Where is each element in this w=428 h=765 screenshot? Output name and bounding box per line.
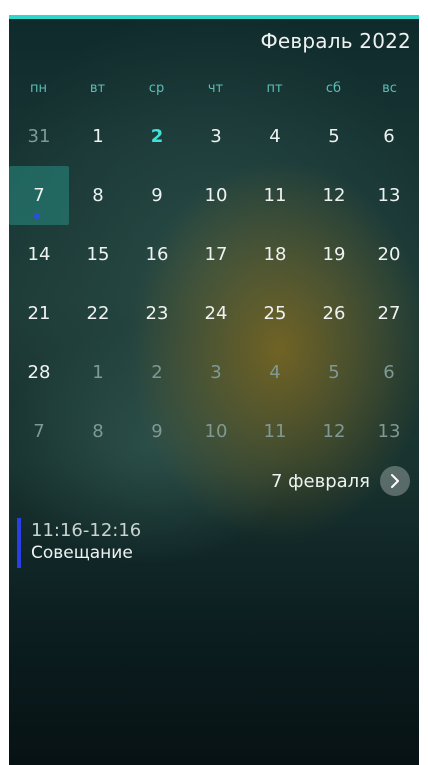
day-number: 7 <box>33 185 45 206</box>
day-cell[interactable]: 4 <box>245 107 305 166</box>
event-title: Совещание <box>31 543 133 563</box>
day-cell[interactable]: 13 <box>359 166 419 225</box>
day-cell[interactable]: 2 <box>127 343 187 402</box>
weekday-label: сб <box>325 81 342 96</box>
event-time: 11:16-12:16 <box>31 520 142 541</box>
chevron-right-icon <box>391 474 399 488</box>
day-cell[interactable]: 10 <box>186 166 246 225</box>
day-cell[interactable]: 28 <box>9 343 69 402</box>
day-cell[interactable]: 31 <box>9 107 69 166</box>
day-cell[interactable]: 12 <box>304 402 364 461</box>
day-cell[interactable]: 20 <box>359 225 419 284</box>
day-cell[interactable]: 6 <box>359 343 419 402</box>
day-cell[interactable]: 12 <box>304 166 364 225</box>
day-cell[interactable]: 19 <box>304 225 364 284</box>
day-cell[interactable]: 24 <box>186 284 246 343</box>
day-cell[interactable]: 13 <box>359 402 419 461</box>
day-cell[interactable]: 23 <box>127 284 187 343</box>
week-row: 28 1 2 3 4 5 6 <box>9 343 419 402</box>
weekday-label: вт <box>89 81 106 96</box>
selected-date-label: 7 февраля <box>270 471 370 492</box>
day-cell[interactable]: 5 <box>304 107 364 166</box>
day-cell[interactable]: 3 <box>186 343 246 402</box>
week-row: 14 15 16 17 18 19 20 <box>9 225 419 284</box>
week-row: 7 8 9 10 11 12 13 <box>9 166 419 225</box>
event-color-bar <box>17 518 21 568</box>
day-cell[interactable]: 26 <box>304 284 364 343</box>
day-cell[interactable]: 14 <box>9 225 69 284</box>
day-cell[interactable]: 15 <box>68 225 128 284</box>
event-dot-icon <box>34 213 40 219</box>
day-cell[interactable]: 25 <box>245 284 305 343</box>
day-cell[interactable]: 16 <box>127 225 187 284</box>
weekday-label: вс <box>382 81 397 96</box>
weekday-label: пн <box>30 81 47 96</box>
day-cell[interactable]: 22 <box>68 284 128 343</box>
day-cell[interactable]: 8 <box>68 166 128 225</box>
calendar-screen: Февраль 2022 пн вт ср чт пт сб вс 31 1 2… <box>9 15 419 765</box>
day-cell[interactable]: 7 <box>9 402 69 461</box>
day-cell[interactable]: 11 <box>245 166 305 225</box>
status-accent-bar <box>9 15 419 19</box>
day-cell[interactable]: 18 <box>245 225 305 284</box>
day-cell[interactable]: 8 <box>68 402 128 461</box>
day-cell[interactable]: 1 <box>68 343 128 402</box>
month-title[interactable]: Февраль 2022 <box>261 29 412 53</box>
weekday-label: пт <box>266 81 283 96</box>
day-cell[interactable]: 10 <box>186 402 246 461</box>
next-day-button[interactable] <box>380 466 410 496</box>
day-cell[interactable]: 27 <box>359 284 419 343</box>
day-cell[interactable]: 11 <box>245 402 305 461</box>
day-cell[interactable]: 3 <box>186 107 246 166</box>
day-cell[interactable]: 17 <box>186 225 246 284</box>
day-cell-selected[interactable]: 7 <box>9 166 69 225</box>
day-cell[interactable]: 1 <box>68 107 128 166</box>
day-cell[interactable]: 9 <box>127 402 187 461</box>
day-cell[interactable]: 21 <box>9 284 69 343</box>
weekday-header: пн вт ср чт пт сб вс <box>9 81 419 101</box>
day-cell[interactable]: 9 <box>127 166 187 225</box>
week-row: 21 22 23 24 25 26 27 <box>9 284 419 343</box>
day-cell[interactable]: 2 <box>127 107 187 166</box>
weekday-label: ср <box>148 81 165 96</box>
day-cell[interactable]: 6 <box>359 107 419 166</box>
week-row: 7 8 9 10 11 12 13 <box>9 402 419 461</box>
selected-date-bar: 7 февраля <box>195 466 415 496</box>
event-item[interactable]: 11:16-12:16 Совещание <box>17 516 397 572</box>
weekday-label: чт <box>207 81 224 96</box>
day-cell[interactable]: 4 <box>245 343 305 402</box>
day-cell[interactable]: 5 <box>304 343 364 402</box>
week-row: 31 1 2 3 4 5 6 <box>9 107 419 166</box>
